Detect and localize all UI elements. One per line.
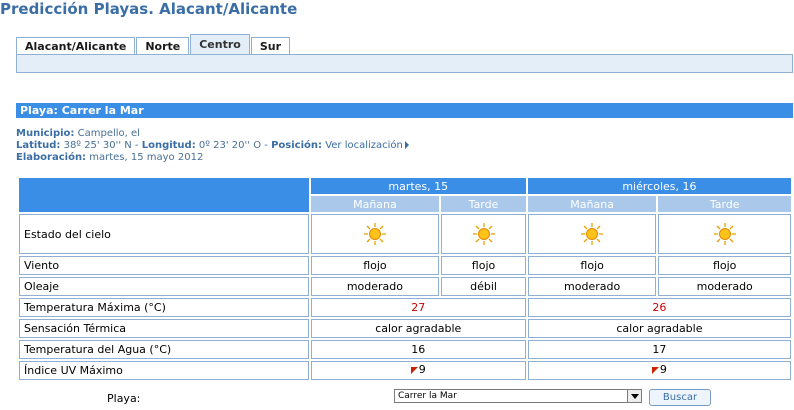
sun-icon: [472, 223, 495, 245]
waves-cell: moderado: [310, 277, 440, 296]
row-label: Sensación Térmica: [19, 319, 309, 338]
waves-cell: débil: [441, 277, 526, 296]
latitud-value: 38º 25' 30'' N: [63, 140, 132, 151]
wind-cell: flojo: [441, 256, 526, 275]
row-label: Estado del cielo: [19, 214, 309, 254]
uv-flag-icon: [410, 366, 418, 374]
period-header: Tarde: [441, 196, 526, 212]
thermal-sensation-cell: calor agradable: [527, 319, 791, 338]
table-corner: [19, 178, 309, 212]
day-header: miércoles, 16: [527, 178, 791, 194]
uv-value: 9: [418, 362, 426, 376]
sun-icon: [581, 223, 604, 245]
playa-select-value: Carrer la Mar: [398, 391, 457, 401]
sun-icon: [363, 223, 386, 245]
uv-cell: 9: [527, 361, 791, 380]
elaboracion-line: Elaboración: martes, 15 mayo 2012: [16, 152, 203, 163]
forecast-table: martes, 15 miércoles, 16 Mañana Tarde Ma…: [17, 176, 793, 382]
thermal-sensation-cell: calor agradable: [310, 319, 526, 338]
tab-centro[interactable]: Centro: [190, 34, 250, 54]
wind-cell: flojo: [527, 256, 657, 275]
arrow-right-icon: [404, 141, 409, 149]
wind-cell: flojo: [310, 256, 440, 275]
municipio-line: Municipio: Campello, el: [16, 128, 140, 139]
beach-header: Playa: Carrer la Mar: [16, 103, 793, 118]
sky-cell: [658, 214, 791, 254]
longitud-value: 0º 23' 20'' O: [198, 140, 262, 151]
elaboracion-value: martes, 15 mayo 2012: [89, 152, 204, 163]
row-label: Índice UV Máximo: [19, 361, 309, 380]
period-header: Mañana: [310, 196, 440, 212]
row-label: Viento: [19, 256, 309, 275]
page-title: Predicción Playas. Alacant/Alicante: [0, 0, 298, 18]
sky-cell: [527, 214, 657, 254]
water-temp-cell: 17: [527, 340, 791, 359]
uv-value: 9: [659, 362, 667, 376]
playa-select[interactable]: Carrer la Mar: [394, 389, 642, 403]
tab-panel: [16, 54, 793, 73]
waves-cell: moderado: [527, 277, 657, 296]
water-temp-cell: 16: [310, 340, 526, 359]
uv-cell: 9: [310, 361, 526, 380]
period-header: Mañana: [527, 196, 657, 212]
day-header: martes, 15: [310, 178, 526, 194]
sky-cell: [441, 214, 526, 254]
ver-localizacion-link[interactable]: Ver localización: [325, 140, 403, 151]
row-label: Oleaje: [19, 277, 309, 296]
row-label: Temperatura Máxima (°C): [19, 298, 309, 317]
municipio-label: Municipio:: [16, 128, 75, 139]
max-temp-cell: 27: [310, 298, 526, 317]
elaboracion-label: Elaboración:: [16, 152, 87, 163]
period-header: Tarde: [658, 196, 791, 212]
posicion-label: Posición:: [271, 140, 322, 151]
row-label: Temperatura del Agua (°C): [19, 340, 309, 359]
latitud-label: Latitud:: [16, 140, 61, 151]
chevron-down-icon[interactable]: [627, 390, 641, 402]
sky-cell: [310, 214, 440, 254]
zone-tabs: Alacant/Alicante Norte Centro Sur: [16, 34, 291, 54]
tab-norte[interactable]: Norte: [136, 37, 190, 54]
municipio-value: Campello, el: [77, 128, 140, 139]
coords-line: Latitud: 38º 25' 30'' N - Longitud: 0º 2…: [16, 140, 409, 151]
tab-alacant[interactable]: Alacant/Alicante: [16, 37, 136, 54]
uv-flag-icon: [651, 366, 659, 374]
max-temp-cell: 26: [527, 298, 791, 317]
wind-cell: flojo: [658, 256, 791, 275]
tab-sur[interactable]: Sur: [250, 37, 291, 54]
longitud-label: Longitud:: [141, 140, 196, 151]
sun-icon: [713, 223, 736, 245]
playa-select-label: Playa:: [107, 392, 141, 405]
waves-cell: moderado: [658, 277, 791, 296]
buscar-button[interactable]: Buscar: [649, 389, 711, 406]
